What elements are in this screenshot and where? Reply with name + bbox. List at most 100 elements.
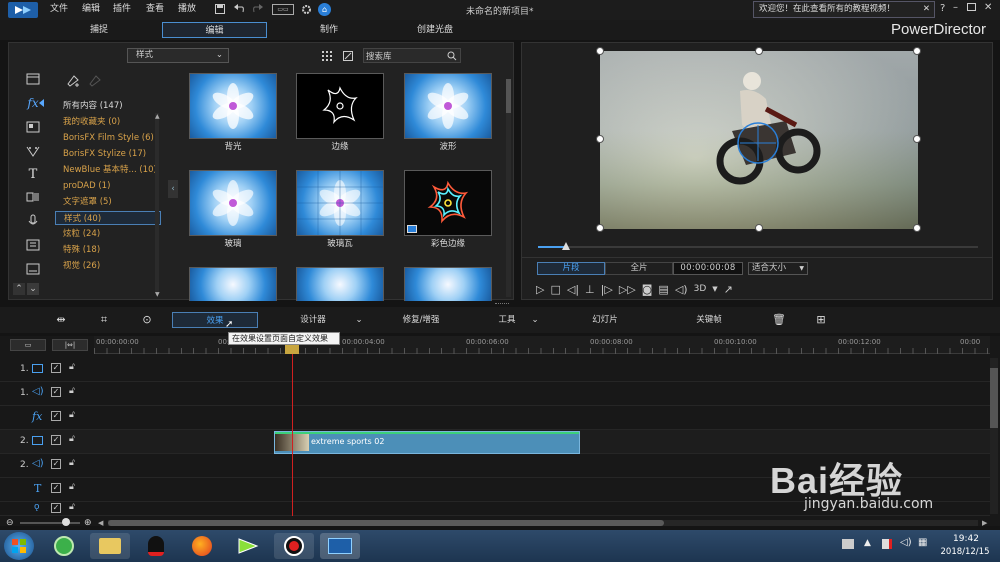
- voice-over-icon[interactable]: [22, 235, 44, 255]
- subtitle-room-icon[interactable]: [22, 259, 44, 279]
- category-style[interactable]: 样式 (40): [55, 211, 161, 225]
- menu-view[interactable]: 查看: [146, 2, 164, 16]
- menu-plugins[interactable]: 插件: [113, 2, 131, 16]
- tray-expand-icon[interactable]: ▲: [864, 538, 871, 548]
- keyframe-button[interactable]: 关键帧: [686, 312, 732, 328]
- category-favorites[interactable]: 我的收藏夹 (0): [55, 115, 161, 129]
- scroll-up-icon[interactable]: ▲: [155, 113, 160, 120]
- taskbar-record-icon[interactable]: [274, 533, 314, 559]
- category-all[interactable]: 所有内容 (147): [55, 99, 161, 113]
- lock-icon[interactable]: 🔓︎: [69, 434, 75, 444]
- fast-forward-icon[interactable]: ▷▷: [619, 283, 636, 296]
- resize-handle[interactable]: [913, 224, 921, 232]
- effect-thumb-partial[interactable]: [404, 267, 492, 301]
- track-enable-checkbox[interactable]: ✓: [51, 459, 61, 469]
- clock-time[interactable]: 19:42: [946, 534, 986, 544]
- taskbar-explorer-icon[interactable]: [90, 533, 130, 559]
- effect-thumb-wave[interactable]: [404, 73, 492, 139]
- effect-thumb-backlight[interactable]: [189, 73, 277, 139]
- scroll-left-icon[interactable]: ◀: [98, 519, 103, 527]
- play-icon[interactable]: ▷: [536, 283, 544, 296]
- category-visual[interactable]: 视觉 (26): [55, 259, 161, 273]
- window-close-icon[interactable]: ✕: [984, 2, 992, 13]
- zoom-slider[interactable]: [20, 522, 80, 524]
- expand-icon[interactable]: [342, 50, 354, 62]
- playhead-line[interactable]: [292, 348, 293, 516]
- resize-handle[interactable]: [596, 135, 604, 143]
- track-view-icon[interactable]: ▭: [10, 339, 46, 351]
- volume-icon[interactable]: ◁): [675, 283, 688, 296]
- keyboard-icon[interactable]: [842, 539, 854, 549]
- segment-mode-button[interactable]: 片段: [537, 262, 605, 275]
- clock-date[interactable]: 2018/12/15: [934, 547, 996, 557]
- fix-enhance-button[interactable]: 修复/增强: [393, 312, 449, 328]
- category-special[interactable]: 特殊 (18): [55, 243, 161, 257]
- slideshow-button[interactable]: 幻灯片: [583, 312, 627, 328]
- volume-tray-icon[interactable]: ◁): [900, 537, 912, 548]
- playhead-marker[interactable]: [285, 344, 299, 354]
- search-input[interactable]: 搜索库: [363, 48, 461, 63]
- resize-handle[interactable]: [755, 47, 763, 55]
- previous-frame-icon[interactable]: ◁|: [567, 283, 579, 296]
- track-enable-checkbox[interactable]: ✓: [51, 363, 61, 373]
- category-borisfx-film[interactable]: BorisFX Film Style (6): [55, 131, 161, 145]
- taskbar-360-icon[interactable]: [44, 533, 84, 559]
- splitter-handle[interactable]: [495, 303, 509, 306]
- save-icon[interactable]: [214, 3, 226, 15]
- tools-button[interactable]: 工具: [488, 312, 526, 328]
- search-icon[interactable]: [447, 51, 457, 61]
- effect-thumb-glass[interactable]: [189, 170, 277, 236]
- mark-icon[interactable]: ⊥: [585, 283, 595, 296]
- crop-icon[interactable]: ⌗: [95, 312, 113, 328]
- stop-icon[interactable]: □: [550, 283, 560, 296]
- tab-produce[interactable]: 制作: [300, 22, 358, 38]
- lock-icon[interactable]: 🔓︎: [69, 362, 75, 372]
- fit-size-dropdown[interactable]: 适合大小 ▼: [748, 262, 808, 275]
- effects-button[interactable]: 效果: [172, 312, 258, 328]
- remove-tag-icon[interactable]: [87, 73, 103, 89]
- resize-handle[interactable]: [596, 47, 604, 55]
- audio-mixing-icon[interactable]: [22, 211, 44, 231]
- minimize-icon[interactable]: –: [953, 2, 958, 13]
- add-tag-icon[interactable]: [65, 73, 81, 89]
- render-preview-icon[interactable]: ▭▭: [272, 4, 294, 15]
- chevron-up-icon[interactable]: ⌃: [13, 283, 25, 295]
- tab-create-disc[interactable]: 创建光盘: [406, 22, 464, 38]
- tools-dropdown-icon[interactable]: ⌄: [528, 312, 542, 328]
- taskbar-qq-icon[interactable]: [136, 533, 176, 559]
- taskbar-app-icon[interactable]: [228, 533, 268, 559]
- category-prodad[interactable]: proDAD (1): [55, 179, 161, 193]
- grid-view-icon[interactable]: [321, 50, 333, 62]
- lock-icon[interactable]: 🔓︎: [69, 458, 75, 468]
- start-button-icon[interactable]: [4, 532, 34, 560]
- chevron-down-icon[interactable]: ⌄: [27, 283, 39, 295]
- scroll-right-icon[interactable]: ▶: [982, 519, 987, 527]
- next-frame-icon[interactable]: |▷: [601, 283, 613, 296]
- effects-scrollbar[interactable]: [506, 79, 511, 297]
- track-enable-checkbox[interactable]: ✓: [51, 483, 61, 493]
- 3d-toggle[interactable]: 3D: [694, 284, 707, 294]
- timeline-hscroll[interactable]: [108, 520, 978, 526]
- track-enable-checkbox[interactable]: ✓: [51, 503, 61, 513]
- 3d-dropdown-icon[interactable]: ▼: [712, 285, 717, 293]
- resize-handle[interactable]: [913, 47, 921, 55]
- title-room-icon[interactable]: T: [22, 164, 44, 184]
- taskbar-firefox-icon[interactable]: [182, 533, 222, 559]
- track-enable-checkbox[interactable]: ✓: [51, 411, 61, 421]
- scroll-down-icon[interactable]: ▼: [155, 291, 160, 298]
- scrubber-handle[interactable]: [562, 242, 570, 250]
- undo-icon[interactable]: [233, 3, 245, 15]
- timeline-vscroll[interactable]: [990, 358, 998, 514]
- taskbar-powerdirector-icon[interactable]: [320, 533, 360, 559]
- zoom-in-icon[interactable]: ⊕: [84, 518, 92, 528]
- resize-handle[interactable]: [755, 224, 763, 232]
- category-particle[interactable]: 炫粒 (24): [55, 227, 161, 241]
- tab-edit[interactable]: 编辑: [162, 22, 267, 38]
- effect-thumb-glass-tile[interactable]: [296, 170, 384, 236]
- effect-thumb-color-edge[interactable]: [404, 170, 492, 236]
- welcome-banner[interactable]: 欢迎您！在此查看所有的教程视频！ ✕: [753, 1, 935, 18]
- effect-thumb-partial[interactable]: [296, 267, 384, 301]
- transition-room-icon[interactable]: [22, 187, 44, 207]
- lock-icon[interactable]: 🔓︎: [69, 482, 75, 492]
- network-icon[interactable]: ▦: [918, 537, 927, 548]
